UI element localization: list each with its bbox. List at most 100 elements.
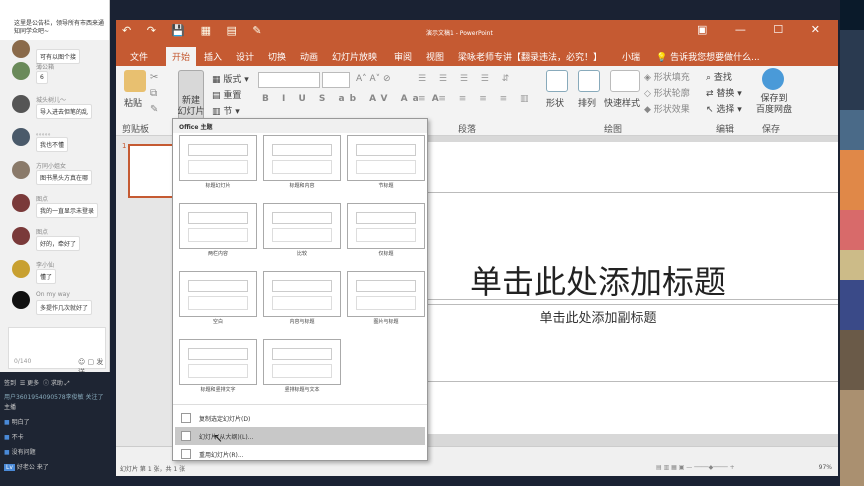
avatar[interactable] [12, 40, 30, 58]
layout-shape [356, 280, 416, 292]
tab-help[interactable]: 求助 [51, 380, 63, 387]
select-button[interactable]: ↖ 选择 ▾ [706, 102, 742, 115]
shape-fill-button[interactable]: ◈ 形状填充 [644, 70, 690, 83]
layout-thumb[interactable] [179, 135, 257, 181]
find-label: 查找 [713, 73, 732, 83]
save-to-baidu-button[interactable]: 保存到 百度网盘 [754, 94, 794, 116]
menu-review[interactable]: 审阅 [394, 50, 412, 63]
font-family-box[interactable] [258, 72, 320, 88]
layout-thumb[interactable] [179, 203, 257, 249]
layout-label: 两栏内容 [207, 251, 228, 257]
layout-button[interactable]: ▦ 版式 ▾ [212, 72, 249, 85]
menu-animations[interactable]: 动画 [300, 50, 318, 63]
menu-slideshow[interactable]: 幻灯片放映 [332, 50, 377, 63]
zoom-level[interactable]: 97% [819, 464, 832, 471]
dropdown-header: Office 主题 [173, 119, 427, 133]
layout-label: 节标题 [378, 183, 394, 189]
baidu-cloud-icon[interactable] [762, 68, 784, 90]
message-text: 图书黑头方真在哪 [36, 170, 93, 185]
menu-file[interactable]: 文件 [130, 50, 148, 63]
font-grow-icon[interactable]: A˄ A˅ ⊘ [356, 74, 391, 84]
quick-access-toolbar[interactable]: ↶ ↷ 💾 ▦ ▤ ✎ [122, 24, 268, 37]
layout-thumb[interactable] [263, 271, 341, 317]
arrange-icon[interactable] [578, 70, 600, 92]
avatar[interactable] [12, 95, 30, 113]
layout-label: 标题和内容 [289, 183, 315, 189]
bottom-tabs[interactable]: 签到 ☰ 更多 ⓘ 求助 ⤢ [4, 378, 70, 388]
paragraph-icons[interactable]: ☰ ☰ ☰ ☰ ⇵ [418, 74, 514, 84]
avatar[interactable] [12, 161, 30, 179]
menu-custom[interactable]: 梁咏老师专讲【翻录违法，必究！】 [458, 50, 602, 63]
layout-thumb[interactable] [263, 203, 341, 249]
copy-icon[interactable]: ⧉ [150, 88, 157, 99]
slide-counter: 幻灯片 第 1 张，共 1 张 [120, 466, 186, 473]
format-painter-icon[interactable]: ✎ [150, 104, 158, 115]
align-icons[interactable]: ≡ ≡ ≡ ≡ ≡ ▥ [418, 94, 534, 104]
tab-signin[interactable]: 签到 [4, 380, 16, 387]
menu-insert[interactable]: 插入 [204, 50, 222, 63]
paste-button[interactable]: 粘贴 [124, 96, 142, 109]
sender-name: 。。。。。 [36, 130, 55, 137]
layout-thumb[interactable] [179, 339, 257, 385]
layout-thumb[interactable] [263, 339, 341, 385]
menu-transitions[interactable]: 切换 [268, 50, 286, 63]
tab-more[interactable]: 更多 [27, 380, 39, 387]
find-button[interactable]: ⌕ 查找 [706, 70, 732, 83]
duplicate-slide-item[interactable]: 复制选定幻灯片(D) [175, 409, 425, 427]
shape-icon[interactable] [546, 70, 568, 92]
font-size-box[interactable] [322, 72, 350, 88]
replace-button[interactable]: ⇄ 替换 ▾ [706, 86, 742, 99]
section-button[interactable]: ▥ 节 ▾ [212, 104, 240, 117]
layout-shape [188, 144, 248, 156]
menu-view[interactable]: 视图 [426, 50, 444, 63]
slide-thumbnail[interactable] [128, 144, 174, 198]
feed-text: 没有问题 [11, 449, 36, 456]
avatar[interactable] [12, 227, 30, 245]
bg-block [840, 250, 864, 280]
cut-icon[interactable]: ✂ [150, 72, 158, 83]
quick-style-button[interactable]: 快速样式 [604, 96, 640, 109]
menu-bar: 文件 开始 插入 设计 切换 动画 幻灯片放映 审阅 视图 梁咏老师专讲【翻录违… [116, 44, 838, 66]
paste-icon[interactable] [124, 70, 146, 92]
shape-effect-button[interactable]: ◆ 形状效果 [644, 102, 690, 115]
layout-thumb[interactable] [263, 135, 341, 181]
avatar[interactable] [12, 291, 30, 309]
layout-shape [272, 364, 332, 378]
avatar[interactable] [12, 260, 30, 278]
layout-shape [188, 160, 248, 174]
avatar[interactable] [12, 62, 30, 80]
reuse-slides-item[interactable]: 重用幻灯片(R)... [175, 445, 425, 463]
sender-name: On my way [36, 291, 70, 298]
window-controls[interactable]: ▣ — ☐ ✕ [697, 23, 832, 36]
sender-name: 方同小姐女 [36, 163, 67, 170]
message-text: 懂了 [36, 269, 57, 284]
menu-design[interactable]: 设计 [236, 50, 254, 63]
layout-thumb[interactable] [347, 271, 425, 317]
quick-style-icon[interactable] [610, 70, 640, 92]
feed-row: ■ 没有问题 [4, 449, 36, 456]
shape-button[interactable]: 形状 [546, 96, 564, 109]
layout-thumb[interactable] [347, 135, 425, 181]
avatar[interactable] [12, 194, 30, 212]
duplicate-icon [181, 413, 191, 423]
layout-thumb[interactable] [347, 203, 425, 249]
divider [173, 404, 427, 405]
layout-shape [356, 144, 416, 156]
layout-thumb[interactable] [179, 271, 257, 317]
view-buttons[interactable]: ▤ ▥ ▦ ▣ — ────◆──── + [656, 464, 735, 471]
tell-me-box[interactable]: 💡 告诉我您想要做什么... [656, 50, 760, 63]
menu-home[interactable]: 开始 [166, 47, 197, 66]
message-text: 导入进去但笔的乱 [36, 104, 93, 119]
avatar[interactable] [12, 128, 30, 146]
bg-block [840, 110, 864, 150]
feed-row: 用户36019540905​78李俊敏 关注了 [4, 394, 104, 401]
reset-button[interactable]: ▤ 重置 [212, 88, 241, 101]
menu-user[interactable]: 小瑞 [622, 50, 640, 63]
font-style-icons[interactable]: B I U S ab AV Aa A [262, 94, 444, 104]
layout-label: 标题幻灯片 [205, 183, 231, 189]
arrange-button[interactable]: 排列 [578, 96, 596, 109]
layout-label: 内容与标题 [289, 319, 315, 325]
layout-shape [188, 280, 248, 292]
layout-label: 竖排标题与文本 [284, 387, 320, 393]
shape-outline-button[interactable]: ◇ 形状轮廓 [644, 86, 690, 99]
